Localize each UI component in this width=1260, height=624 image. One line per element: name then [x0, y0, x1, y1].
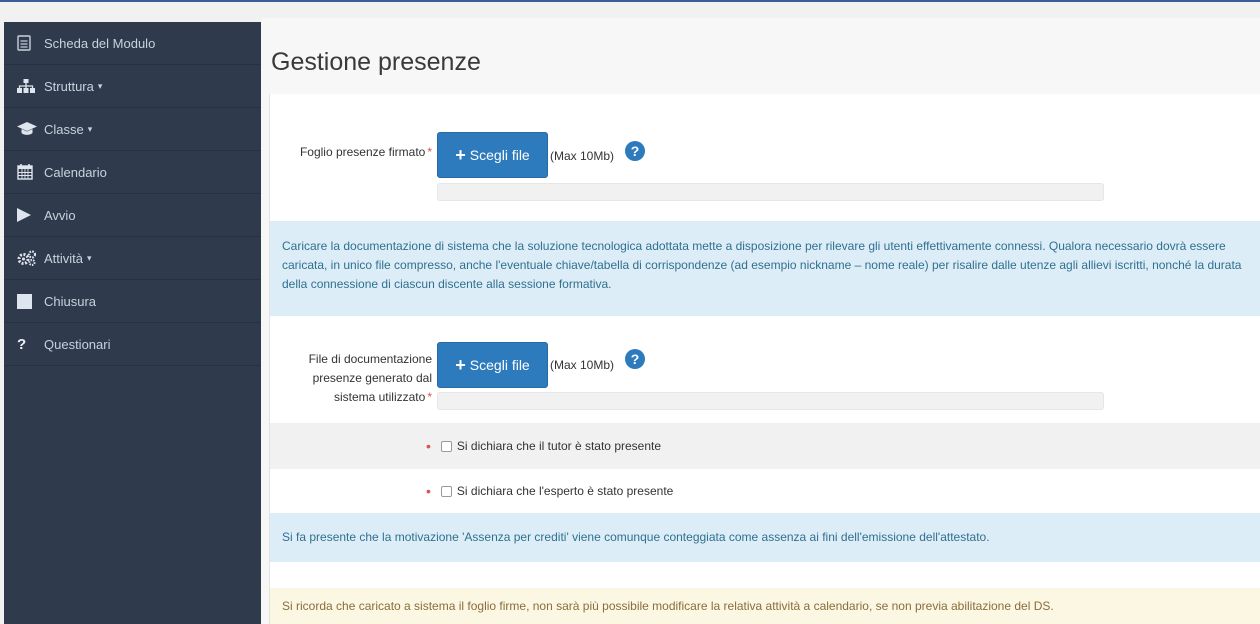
sitemap-icon	[17, 77, 39, 95]
sidebar-item-scheda-del-modulo[interactable]: Scheda del Modulo	[4, 22, 261, 65]
sidebar-item-label: Classe	[44, 121, 84, 137]
sidebar-item-label: Scheda del Modulo	[44, 35, 156, 51]
main-content: Gestione presenze Foglio presenze firmat…	[261, 18, 1260, 624]
foglio-presenze-label: Foglio presenze firmato *	[299, 145, 432, 159]
sidebar-item-struttura[interactable]: Struttura ▾	[4, 65, 261, 108]
foglio-presenze-row: Foglio presenze firmato * + Scegli file (…	[270, 94, 1260, 201]
esperto-present-checkbox[interactable]	[440, 485, 452, 497]
graduation-cap-icon	[17, 120, 39, 138]
sidebar-item-calendario[interactable]: Calendario	[4, 151, 261, 194]
sidebar-item-attivita[interactable]: Attività ▾	[4, 237, 261, 280]
assenza-crediti-info-alert: Si fa presente che la motivazione 'Assen…	[270, 513, 1260, 562]
help-icon[interactable]: ?	[625, 141, 645, 161]
sidebar-item-label: Chiusura	[44, 293, 97, 309]
required-marker: *	[427, 145, 432, 159]
sidebar-item-label: Attività	[44, 250, 84, 266]
warning-alert: Si ricorda che caricato a sistema il fog…	[270, 588, 1260, 624]
tutor-check-row: • Si dichiara che il tutor è stato prese…	[270, 423, 1260, 469]
document-icon	[17, 34, 39, 52]
cogs-icon	[17, 249, 39, 267]
tutor-present-checkbox[interactable]	[440, 440, 452, 452]
spacer	[270, 562, 1260, 588]
required-marker: •	[426, 438, 431, 454]
required-marker: *	[427, 390, 432, 404]
max-size-note: (Max 10Mb)	[550, 149, 615, 163]
file-documentazione-row: File di documentazione presenze generato…	[270, 330, 1260, 423]
foglio-upload-progress	[437, 183, 1104, 201]
sidebar-item-questionari[interactable]: ? Questionari	[4, 323, 261, 366]
sidebar-item-label: Calendario	[44, 164, 107, 180]
question-icon: ?	[17, 335, 27, 353]
tutor-present-label: Si dichiara che il tutor è stato present…	[456, 439, 662, 453]
esperto-present-label: Si dichiara che l'esperto è stato presen…	[456, 484, 674, 498]
sidebar-item-classe[interactable]: Classe ▾	[4, 108, 261, 151]
page-title: Gestione presenze	[271, 48, 481, 76]
attendance-panel: Foglio presenze firmato * + Scegli file (…	[269, 94, 1260, 624]
esperto-check: • Si dichiara che l'esperto è stato pres…	[426, 483, 673, 499]
help-icon[interactable]: ?	[625, 349, 645, 369]
foglio-presenze-choose-file-button[interactable]: + Scegli file	[437, 132, 548, 178]
tutor-check: • Si dichiara che il tutor è stato prese…	[426, 438, 661, 454]
play-icon	[17, 206, 39, 224]
esperto-check-row: • Si dichiara che l'esperto è stato pres…	[270, 469, 1260, 513]
chevron-down-icon: ▾	[87, 252, 92, 263]
file-documentazione-choose-file-button[interactable]: + Scegli file	[437, 342, 548, 388]
file-documentazione-upload-progress	[437, 392, 1104, 410]
documentation-info-alert: Caricare la documentazione di sistema ch…	[270, 221, 1260, 316]
plus-icon: +	[455, 144, 466, 165]
sidebar-item-label: Struttura	[44, 78, 94, 94]
chevron-down-icon: ▾	[87, 123, 93, 134]
sidebar-item-chiusura[interactable]: Chiusura	[4, 280, 261, 323]
chevron-down-icon: ▾	[97, 80, 103, 91]
plus-icon: +	[455, 354, 466, 375]
sidebar-item-label: Avvio	[44, 207, 76, 223]
sidebar-item-label: Questionari	[44, 336, 111, 352]
max-size-note: (Max 10Mb)	[550, 358, 615, 372]
required-marker: •	[426, 483, 431, 499]
sidebar: Scheda del Modulo Struttura ▾ Classe ▾ C…	[4, 22, 261, 624]
square-icon	[17, 292, 39, 310]
calendar-icon	[17, 163, 39, 181]
file-documentazione-label: File di documentazione presenze generato…	[308, 352, 432, 404]
sidebar-item-avvio[interactable]: Avvio	[4, 194, 261, 237]
